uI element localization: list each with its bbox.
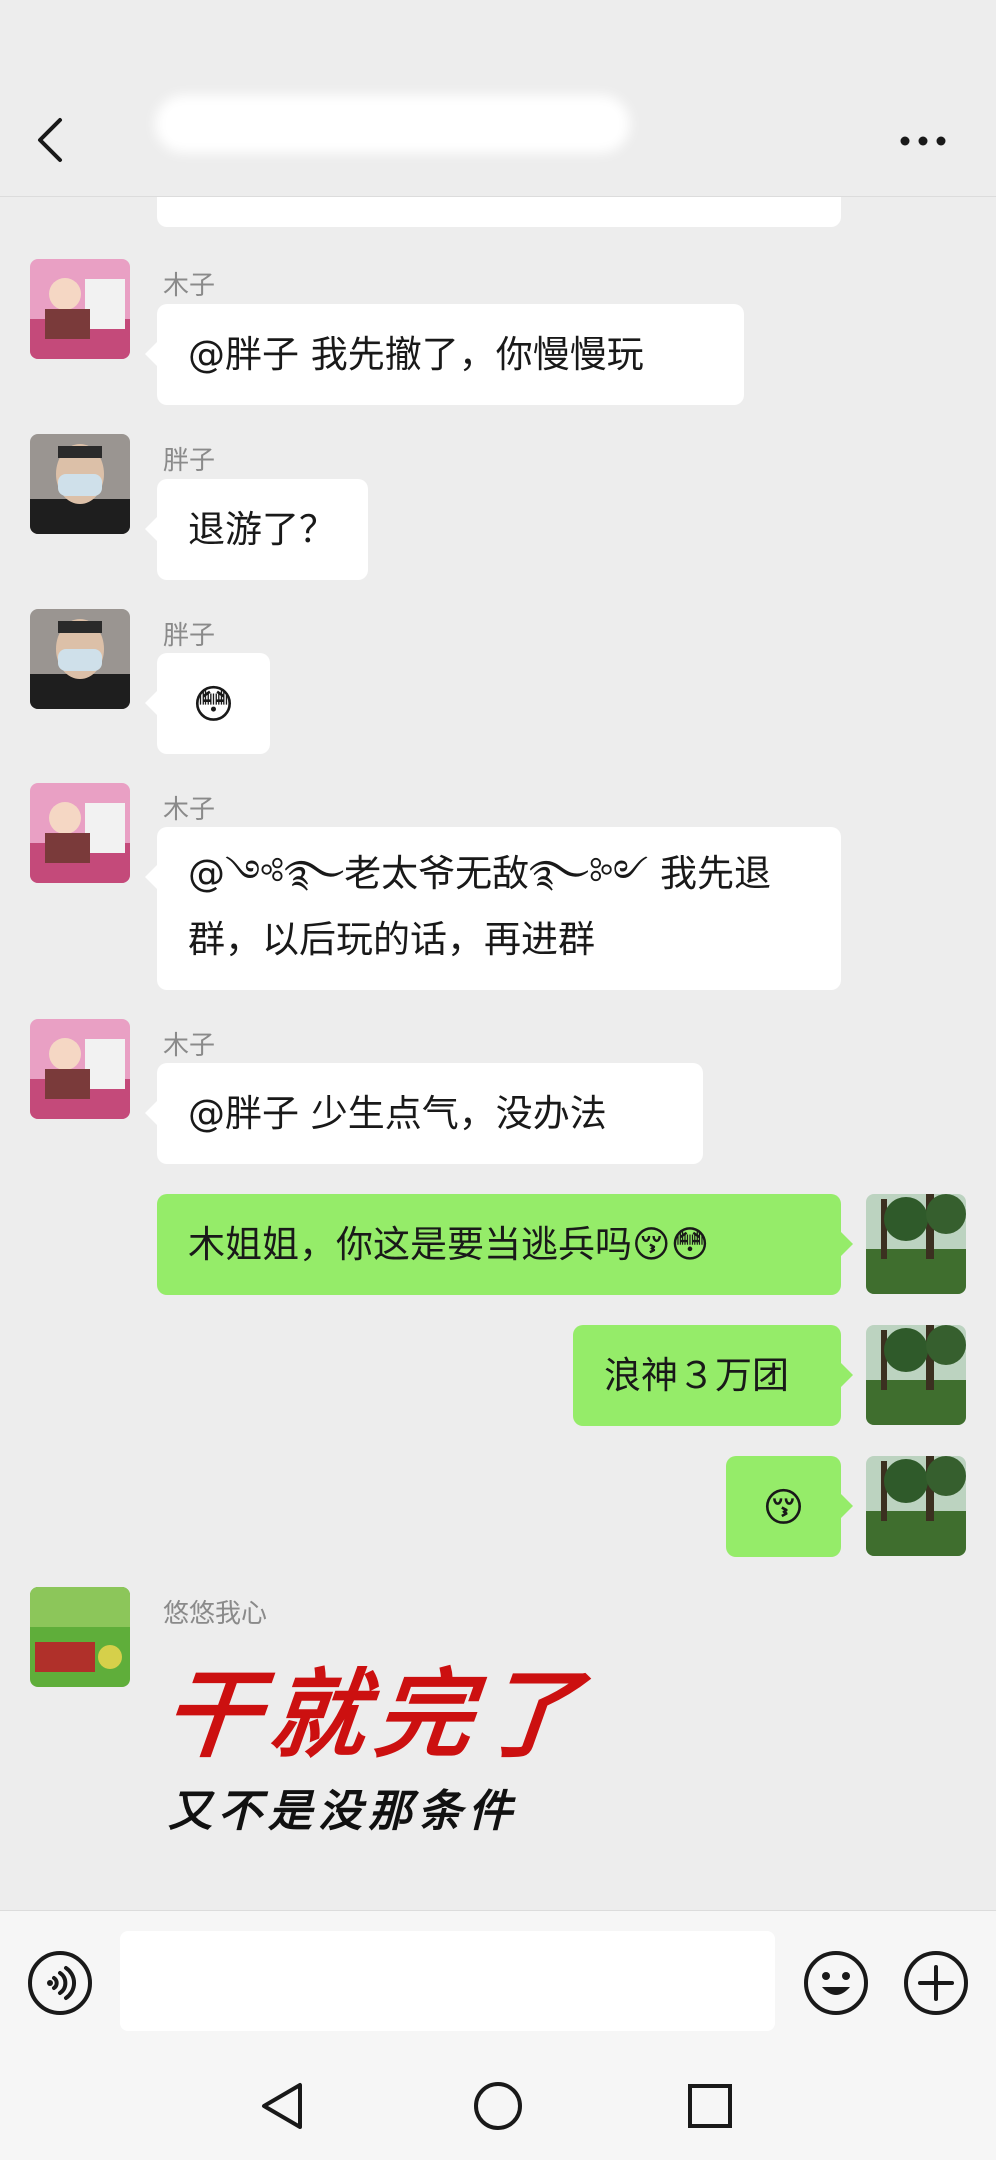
message-line: @༺࿐老太爷无敌࿐༻ 我先退 (188, 852, 771, 895)
sender-name: 木子 (163, 271, 216, 301)
message-bubble-partial[interactable] (157, 197, 841, 227)
plus-icon[interactable] (902, 1949, 970, 2017)
message-line: 群，以后玩的话，再进群 (188, 918, 595, 961)
sender-name: 胖子 (163, 621, 216, 651)
kissing-emoji-icon: 😚 (762, 1485, 805, 1531)
more-dots-icon[interactable] (895, 118, 951, 164)
message-bubble[interactable]: @胖子 少生点气，没办法 (145, 1063, 703, 1164)
message-bubble[interactable]: 退游了？ (145, 479, 368, 580)
message-bubble[interactable]: @༺࿐老太爷无敌࿐༻ 我先退 群，以后玩的话，再进群 (145, 827, 841, 990)
trees-avatar[interactable] (866, 1456, 966, 1556)
message-bubble[interactable]: @胖子 我先撤了，你慢慢玩 (145, 304, 744, 405)
chat-title (155, 95, 630, 153)
sender-name: 胖子 (163, 446, 216, 476)
masked-man-avatar[interactable] (30, 609, 130, 709)
sticker-sub-text: 又不是没那条件 (168, 1786, 518, 1837)
trees-avatar[interactable] (866, 1325, 966, 1425)
system-nav-bar (0, 2050, 996, 2160)
input-bar (0, 1910, 996, 2051)
masked-man-avatar[interactable] (30, 434, 130, 534)
voice-icon[interactable] (26, 1949, 94, 2017)
sender-name: 悠悠我心 (163, 1599, 268, 1629)
sender-name: 木子 (163, 795, 216, 825)
nav-recents-icon[interactable] (686, 2082, 734, 2130)
nav-home-icon[interactable] (472, 2080, 524, 2132)
message-bubble-self[interactable]: 😚 (726, 1456, 853, 1557)
chat-header (0, 0, 996, 197)
sender-name: 木子 (163, 1031, 216, 1061)
sticker-main-text[interactable]: 干就完了 (158, 1637, 597, 1776)
child-on-ride-avatar[interactable] (30, 783, 130, 883)
message-bubble-self[interactable]: 木姐姐，你这是要当逃兵吗😚😳 (157, 1194, 853, 1295)
message-bubble[interactable]: 😳 (145, 653, 270, 754)
chevron-left-icon[interactable] (28, 110, 72, 170)
child-on-ride-avatar[interactable] (30, 259, 130, 359)
emoji-icon[interactable] (802, 1949, 870, 2017)
nav-back-icon[interactable] (258, 2080, 308, 2132)
trees-avatar[interactable] (866, 1194, 966, 1294)
green-field-avatar[interactable] (30, 1587, 130, 1687)
message-bubble-self[interactable]: 浪神３万团 (573, 1325, 853, 1426)
message-list[interactable]: 木子 @胖子 我先撤了，你慢慢玩 胖子 退游了？ 胖子 😳 木子 @༺࿐老太爷无… (0, 197, 996, 1909)
flushed-emoji-icon: 😳 (192, 682, 235, 728)
child-on-ride-avatar[interactable] (30, 1019, 130, 1119)
message-input[interactable] (120, 1931, 775, 2031)
